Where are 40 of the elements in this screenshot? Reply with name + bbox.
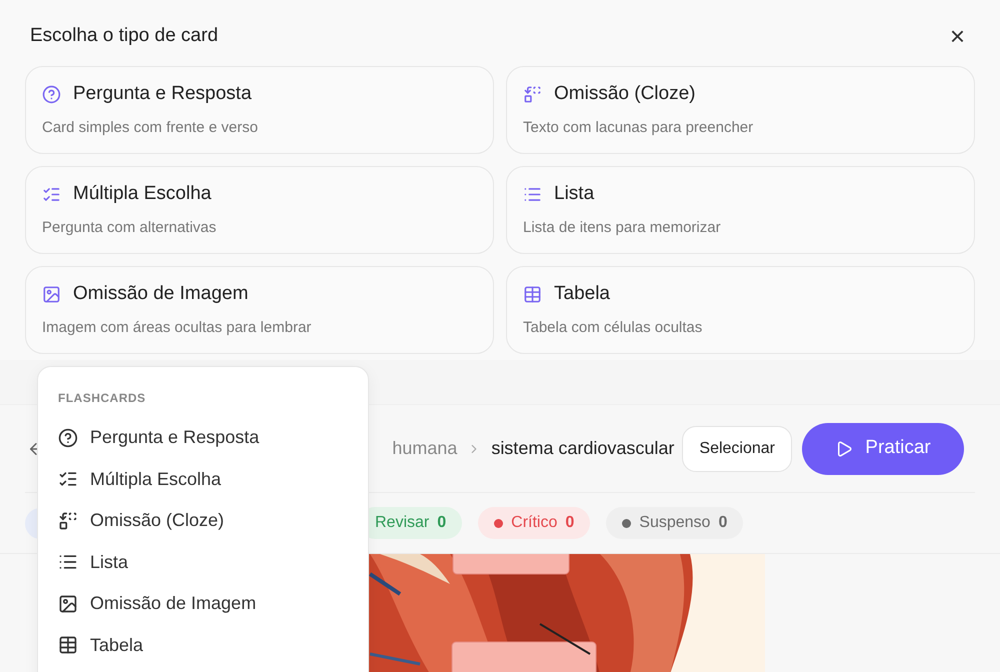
menu-item[interactable]: Lista — [58, 542, 348, 583]
menu-item[interactable]: Omissão (Cloze) — [58, 500, 348, 542]
squares-icon — [58, 510, 78, 531]
table-icon — [58, 635, 78, 656]
card-type-option[interactable]: Omissão (Cloze) Texto com lacunas para preencher — [506, 66, 975, 154]
play-icon — [835, 440, 854, 458]
option-description: Lista de itens para memorizar — [523, 218, 722, 238]
menu-item[interactable]: Omissão de Imagem — [58, 583, 348, 624]
close-button[interactable]: × — [950, 23, 965, 50]
select-button[interactable]: Selecionar — [682, 426, 792, 472]
option-description: Texto com lacunas para preencher — [523, 118, 754, 138]
option-title: Pergunta e Resposta — [73, 82, 252, 106]
practice-button[interactable]: Praticar — [802, 422, 964, 474]
option-description: Card simples com frente e verso — [42, 118, 259, 138]
option-title: Múltipla Escolha — [73, 182, 212, 206]
card-type-option[interactable]: Pergunta e Resposta Card simples com frente e verso — [25, 66, 494, 154]
card-type-option[interactable]: Omissão de Imagem Imagem com áreas ocultas para lembrar — [25, 266, 494, 354]
card-type-option[interactable]: Múltipla Escolha Pergunta com alternativas — [25, 166, 494, 254]
option-title: Tabela — [554, 282, 610, 306]
menu-heading: FLASHCARDS — [58, 390, 147, 407]
image-icon — [58, 594, 78, 614]
image-icon — [42, 284, 61, 304]
dialog-title: Escolha o tipo de card — [30, 24, 218, 48]
option-title: Lista — [554, 182, 594, 206]
menu-item[interactable]: Tabela — [58, 624, 348, 666]
squares-icon — [523, 84, 542, 104]
option-description: Tabela com células ocultas — [523, 318, 704, 338]
card-type-option[interactable]: Tabela Tabela com células ocultas — [506, 266, 975, 354]
option-description: Imagem com áreas ocultas para lembrar — [42, 318, 312, 338]
menu-item[interactable]: Múltipla Escolha — [58, 458, 348, 500]
menu-item[interactable]: Pergunta e Resposta — [58, 417, 348, 458]
card-type-option[interactable]: Lista Lista de itens para memorizar — [506, 166, 975, 254]
breadcrumb-current: sistema cardiovascular — [491, 437, 674, 460]
option-title: Omissão de Imagem — [73, 282, 248, 306]
option-description: Pergunta com alternativas — [42, 218, 218, 238]
option-title: Omissão (Cloze) — [554, 82, 696, 106]
filter-chip[interactable]: Suspenso 0 — [606, 507, 744, 539]
help-icon — [58, 428, 78, 448]
table-icon — [523, 284, 542, 304]
help-icon — [42, 84, 61, 104]
